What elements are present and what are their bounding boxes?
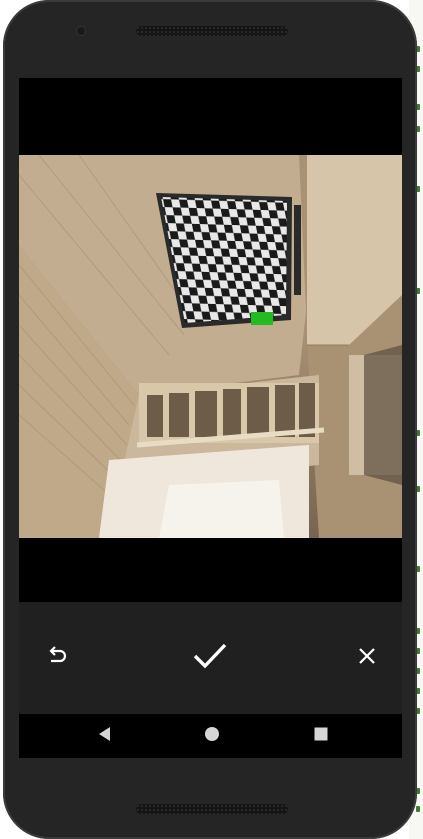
- home-circle-icon: [204, 726, 220, 746]
- recents-square-icon: [313, 726, 329, 746]
- back-triangle-icon: [97, 726, 113, 746]
- nav-back-button[interactable]: [93, 724, 117, 748]
- front-camera: [77, 27, 85, 35]
- checkmark-icon: [192, 641, 228, 675]
- system-navigation-bar: [19, 714, 402, 758]
- capture-controls: [19, 602, 402, 714]
- phone-frame: [3, 0, 417, 839]
- phone-screen: [19, 78, 402, 758]
- bottom-speaker: [136, 804, 288, 814]
- nav-recents-button[interactable]: [309, 724, 333, 748]
- green-marker: [251, 312, 273, 325]
- cancel-button[interactable]: [347, 638, 387, 678]
- nav-home-button[interactable]: [200, 724, 224, 748]
- undo-arrow-icon: [46, 645, 68, 671]
- confirm-button[interactable]: [190, 638, 230, 678]
- close-icon: [357, 646, 377, 670]
- retake-button[interactable]: [37, 638, 77, 678]
- captured-photo: [19, 155, 402, 538]
- top-speaker: [136, 26, 288, 36]
